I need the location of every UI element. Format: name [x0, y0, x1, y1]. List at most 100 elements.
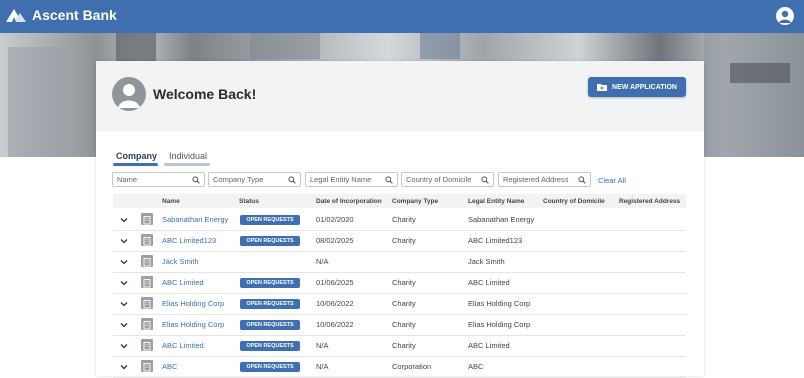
- name-filter-input[interactable]: Name: [112, 172, 205, 187]
- company-type: Charity: [392, 278, 416, 287]
- legal-entity-name: Sabanathan Energy: [468, 215, 535, 224]
- user-account-icon[interactable]: [776, 7, 794, 25]
- date-of-incorporation: 10/06/2022: [316, 299, 354, 308]
- date-of-incorporation: 10/06/2022: [316, 320, 354, 329]
- clear-all-link[interactable]: Clear All: [598, 176, 626, 185]
- tab-individual[interactable]: Individual: [169, 151, 207, 161]
- company-type: Charity: [392, 341, 416, 350]
- new-application-button[interactable]: NEW APPLICATION: [588, 77, 686, 97]
- column-header-registered-address[interactable]: Registered Address: [619, 198, 680, 205]
- brand-name: Ascent Bank: [32, 7, 117, 23]
- column-header-name[interactable]: Name: [162, 198, 180, 205]
- table-row[interactable]: Sabanathan Energy OPEN REQUESTS 01/02/2020…: [113, 209, 686, 231]
- legal-entity-name: Jack Smith: [468, 257, 505, 266]
- building-icon: [141, 339, 153, 351]
- legal-entity-name: Elias Holding Corp: [468, 299, 531, 308]
- status-badge[interactable]: OPEN REQUESTS: [240, 299, 300, 309]
- brand[interactable]: Ascent Bank: [6, 7, 117, 23]
- status-badge[interactable]: OPEN REQUESTS: [240, 278, 300, 288]
- search-icon: [481, 176, 489, 184]
- table-row[interactable]: ABC Limited OPEN REQUESTS 01/06/2025 Charit…: [113, 272, 686, 294]
- new-application-label: NEW APPLICATION: [612, 83, 677, 91]
- registered-address-filter-input[interactable]: Registered Address: [498, 172, 591, 187]
- date-of-incorporation: N/A: [316, 341, 329, 350]
- date-of-incorporation: N/A: [316, 257, 329, 266]
- entity-name-link[interactable]: Elias Holding Corp: [162, 320, 224, 329]
- legal-entity-name: ABC Limited123: [468, 236, 523, 245]
- chevron-down-icon[interactable]: [120, 258, 128, 266]
- date-of-incorporation: 01/06/2025: [316, 278, 354, 287]
- entity-name-link[interactable]: ABC: [162, 362, 177, 371]
- welcome-title: Welcome Back!: [153, 86, 257, 102]
- building-icon: [141, 360, 153, 372]
- table-row[interactable]: Elias Holding Corp OPEN REQUESTS 10/06/202…: [113, 314, 686, 336]
- chevron-down-icon[interactable]: [120, 321, 128, 329]
- country-of-domicile-filter-placeholder: Country of Domicile: [406, 175, 472, 184]
- status-badge[interactable]: OPEN REQUESTS: [240, 320, 300, 330]
- mountain-logo-icon: [6, 9, 26, 22]
- legal-entity-name-filter-input[interactable]: Legal Entity Name: [305, 172, 398, 187]
- search-icon: [578, 176, 586, 184]
- date-of-incorporation: 01/02/2020: [316, 215, 354, 224]
- chevron-down-icon[interactable]: [120, 342, 128, 350]
- entity-name-link[interactable]: ABC Limited: [162, 341, 204, 350]
- chevron-down-icon[interactable]: [120, 279, 128, 287]
- company-type: Charity: [392, 299, 416, 308]
- table-row[interactable]: Jack Smith N/A Jack Smith: [113, 251, 686, 273]
- status-badge[interactable]: OPEN REQUESTS: [240, 236, 300, 246]
- entity-name-link[interactable]: Elias Holding Corp: [162, 299, 224, 308]
- status-badge[interactable]: OPEN REQUESTS: [240, 341, 300, 351]
- country-of-domicile-filter-input[interactable]: Country of Domicile: [401, 172, 494, 187]
- person-avatar-icon: [112, 77, 146, 111]
- registered-address-filter-placeholder: Registered Address: [503, 175, 569, 184]
- search-icon: [192, 176, 200, 184]
- tab-company[interactable]: Company: [116, 151, 157, 161]
- tab-company-indicator: [113, 163, 158, 166]
- column-header-country-of-domicile[interactable]: Country of Domicile: [543, 198, 605, 205]
- entity-name-link[interactable]: ABC Limited: [162, 278, 204, 287]
- search-icon: [288, 176, 296, 184]
- top-nav-bar: Ascent Bank: [0, 0, 804, 33]
- name-filter-placeholder: Name: [117, 175, 138, 184]
- legal-entity-name-filter-placeholder: Legal Entity Name: [310, 175, 372, 184]
- folder-plus-icon: [597, 84, 608, 91]
- table-row[interactable]: ABC Limited OPEN REQUESTS N/A Charity ABC Li…: [113, 335, 686, 357]
- chevron-down-icon[interactable]: [120, 300, 128, 308]
- status-badge[interactable]: OPEN REQUESTS: [240, 215, 300, 225]
- entity-name-link[interactable]: Sabanathan Energy: [162, 215, 228, 224]
- table-row[interactable]: Elias Holding Corp OPEN REQUESTS 10/06/202…: [113, 293, 686, 315]
- entity-name-link[interactable]: Jack Smith: [162, 257, 199, 266]
- company-type-filter-placeholder: Company Type: [213, 175, 264, 184]
- entity-name-link[interactable]: ABC Limited123: [162, 236, 216, 245]
- search-icon: [385, 176, 393, 184]
- building-icon: [141, 213, 153, 225]
- legal-entity-name: ABC Limited: [468, 341, 510, 350]
- column-header-status[interactable]: Status: [239, 198, 259, 205]
- legal-entity-name: ABC: [468, 362, 484, 371]
- building-icon: [141, 318, 153, 330]
- date-of-incorporation: N/A: [316, 362, 329, 371]
- column-header-date-of-incorporation[interactable]: Date of Incorporation: [316, 198, 382, 205]
- column-header-company-type[interactable]: Company Type: [392, 198, 438, 205]
- building-icon: [141, 297, 153, 309]
- chevron-down-icon[interactable]: [120, 216, 128, 224]
- applications-card: Welcome Back! NEW APPLICATION Company In…: [96, 61, 704, 378]
- company-type-filter-input[interactable]: Company Type: [208, 172, 301, 187]
- chevron-down-icon[interactable]: [120, 237, 128, 245]
- status-badge[interactable]: OPEN REQUESTS: [240, 362, 300, 372]
- welcome-header: Welcome Back! NEW APPLICATION: [96, 61, 704, 131]
- legal-entity-name: Elias Holding Corp: [468, 320, 531, 329]
- building-icon: [141, 276, 153, 288]
- company-type: Corporation: [392, 362, 432, 371]
- company-type: Charity: [392, 236, 416, 245]
- building-icon: [141, 255, 153, 267]
- chevron-down-icon[interactable]: [120, 363, 128, 371]
- building-icon: [141, 234, 153, 246]
- company-type: Charity: [392, 320, 416, 329]
- tab-individual-indicator: [164, 163, 210, 166]
- company-type: Charity: [392, 215, 416, 224]
- legal-entity-name: ABC Limited: [468, 278, 510, 287]
- column-header-legal-entity-name[interactable]: Legal Entity Name: [468, 198, 524, 205]
- table-row[interactable]: ABC OPEN REQUESTS N/A Corporation ABC: [113, 356, 686, 378]
- table-row[interactable]: ABC Limited123 OPEN REQUESTS 08/02/2025 Cha…: [113, 230, 686, 252]
